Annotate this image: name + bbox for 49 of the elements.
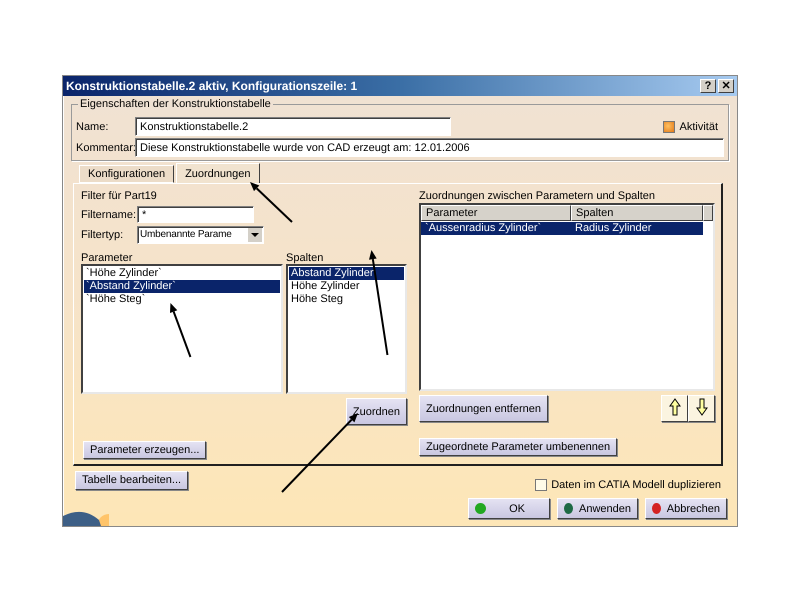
tab[interactable]: Konfigurationen: [79, 165, 174, 183]
duplicate-checkbox[interactable]: [535, 479, 548, 491]
caret-icon: [248, 228, 262, 242]
field-label: Filtertyp:: [81, 228, 124, 240]
globe-icon: [63, 510, 109, 526]
help-button[interactable]: ?: [700, 79, 716, 93]
down-arrow-icon: [696, 398, 708, 416]
mappings-label: Zuordnungen zwischen Parametern und Spalten: [419, 190, 656, 203]
list-item[interactable]: Höhe Steg: [289, 293, 404, 306]
name-field[interactable]: Konstruktionstabelle.2: [135, 117, 451, 136]
field-label: Name:: [76, 120, 110, 132]
list-item[interactable]: `Abstand Zylinder`: [84, 280, 280, 293]
dialog-button[interactable]: OK: [468, 498, 550, 519]
up-arrow-icon: [668, 398, 680, 416]
table-row[interactable]: `Aussenradius Zylinder` Radius Zylinder: [421, 222, 703, 235]
table-cell-text: `Aussenradius Zylinder`: [424, 222, 542, 235]
comment-field[interactable]: Diese Konstruktionstabelle wurde von CAD erzeugt am: 12.01.2006: [135, 138, 724, 157]
remove-mappings-button[interactable]: Zuordnungen entfernen: [419, 395, 548, 422]
create-parameters-button[interactable]: Parameter erzeugen...: [83, 441, 206, 459]
list-label: Spalten: [286, 252, 324, 264]
close-button[interactable]: ✕: [718, 79, 734, 93]
checkbox-label: Aktivität: [679, 120, 718, 132]
list-item[interactable]: `Höhe Steg`: [84, 293, 280, 306]
pointer-arrow: [249, 181, 293, 223]
dialog-button[interactable]: Anwenden: [557, 498, 638, 519]
filter-name-field[interactable]: *: [137, 206, 254, 223]
list-label: Parameter: [81, 252, 134, 264]
table-cell-text: Radius Zylinder: [574, 222, 652, 235]
pointer-arrow: [168, 302, 191, 358]
activity-checkbox[interactable]: [663, 120, 676, 132]
column-header: Spalten: [571, 205, 703, 221]
edit-table-button[interactable]: Tabelle bearbeiten...: [75, 470, 188, 490]
move-down-button[interactable]: [688, 395, 715, 422]
checkbox-label: Daten im CATIA Modell duplizieren: [551, 479, 721, 491]
filter-type-dropdown[interactable]: Umbenannte Parame: [137, 226, 264, 244]
list-item[interactable]: Abstand Zylinder: [289, 267, 404, 280]
assign-button[interactable]: Zuordnen: [346, 398, 407, 425]
tab[interactable]: Zuordnungen: [176, 163, 260, 183]
dialog-button[interactable]: Abbrechen: [645, 498, 727, 519]
group-title: Eigenschaften der Konstruktionstabelle: [78, 98, 273, 110]
filter-title: Filter für Part19: [81, 190, 158, 204]
move-up-button[interactable]: [661, 395, 688, 422]
window-title: Konstruktionstabelle.2 aktiv, Konfigurationszeile: 1: [66, 79, 358, 93]
rename-parameters-button[interactable]: Zugeordnete Parameter umbenennen: [419, 438, 618, 456]
list-item[interactable]: Höhe Zylinder: [289, 280, 404, 293]
field-label: Kommentar:: [76, 142, 135, 154]
field-label: Filtername:: [81, 208, 137, 220]
list-item[interactable]: `Höhe Zylinder`: [84, 267, 280, 280]
column-header: Parameter: [421, 205, 571, 221]
